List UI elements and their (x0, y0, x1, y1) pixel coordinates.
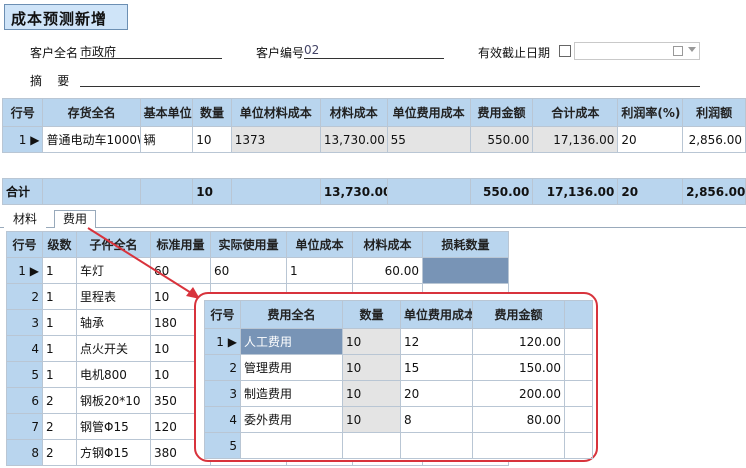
row-pointer-icon: ▶ (227, 334, 237, 349)
table-row[interactable]: 1 ▶ 人工费用 10 12 120.00 (204, 328, 593, 355)
fee-detail-callout: 行号 费用全名 数量 单位费用成本 费用金额 1 ▶ 人工费用 10 12 12… (194, 292, 598, 462)
table-row[interactable]: 3 制造费用 10 20 200.00 (204, 380, 593, 407)
table-row[interactable]: 2 管理费用 10 15 150.00 (204, 354, 593, 381)
table-row[interactable]: 5 (204, 432, 593, 459)
fee-table: 行号 费用全名 数量 单位费用成本 费用金额 1 ▶ 人工费用 10 12 12… (204, 300, 593, 459)
table-row[interactable]: 4 委外费用 10 8 80.00 (204, 406, 593, 433)
